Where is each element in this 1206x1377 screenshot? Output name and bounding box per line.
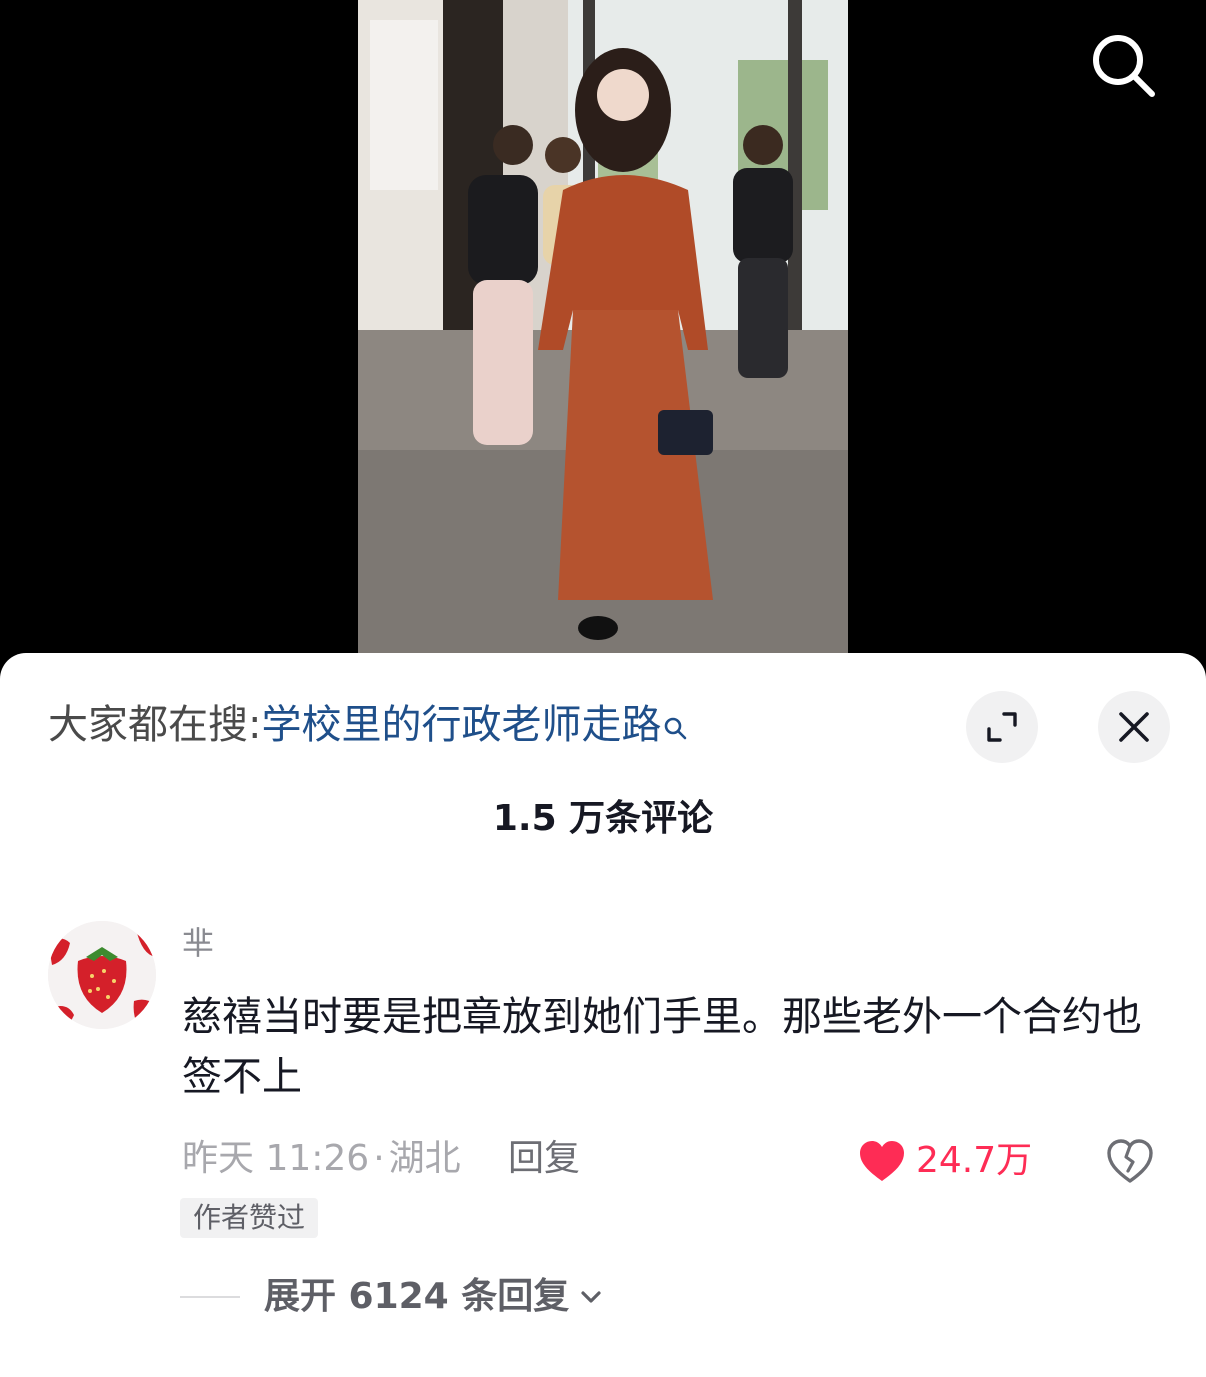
broken-heart-icon (1107, 1139, 1153, 1183)
like-count: 24.7万 (916, 1140, 1033, 1181)
comment-count-title: 1.5 万条评论 (492, 798, 714, 839)
like-button[interactable]: 24.7万 (858, 1137, 1032, 1185)
close-icon (1119, 712, 1149, 742)
search-button[interactable] (1086, 28, 1158, 100)
chevron-down-icon (581, 1291, 601, 1303)
comment-location: 湖北 (388, 1138, 461, 1179)
search-suggestion-colon: : (248, 702, 262, 748)
close-button[interactable] (1098, 691, 1170, 763)
search-suggestion-label: 大家都在搜 (48, 702, 248, 748)
expand-replies-button[interactable]: 展开 6124 条回复 (180, 1273, 605, 1321)
mini-search-icon (663, 703, 689, 740)
meta-separator: · (373, 1138, 385, 1179)
search-icon (1093, 35, 1155, 97)
video-scene-illustration (358, 0, 848, 655)
heart-icon (860, 1141, 904, 1181)
comment-username[interactable]: 芈 (182, 923, 214, 963)
avatar[interactable] (48, 921, 156, 1029)
video-frame[interactable] (358, 0, 848, 655)
comment-time: 昨天 11:26 (182, 1138, 370, 1179)
reply-button[interactable]: 回复 (508, 1135, 580, 1183)
video-player[interactable] (0, 0, 1206, 680)
strawberry-avatar-image (48, 921, 156, 1029)
author-liked-badge: 作者赞过 (180, 1198, 319, 1238)
expand-icon (987, 712, 1017, 742)
expand-replies-label: 展开 6124 条回复 (264, 1276, 570, 1317)
comment-text: 慈禧当时要是把章放到她们手里。那些老外一个合约也签不上 (182, 994, 1142, 1100)
search-suggestion-query[interactable]: 学校里的行政老师走路 (261, 702, 661, 748)
dislike-button[interactable] (1106, 1137, 1154, 1185)
expand-button[interactable] (966, 691, 1038, 763)
divider-line (180, 1296, 240, 1298)
comment-sheet: 大家都在搜:学校里的行政老师走路 1.5 万条评论 芈 慈禧当时要是把章放到她们… (0, 653, 1206, 1377)
search-suggestion[interactable]: 大家都在搜:学校里的行政老师走路 (48, 699, 689, 751)
comment-meta: 昨天 11:26 · 湖北 (182, 1135, 461, 1183)
